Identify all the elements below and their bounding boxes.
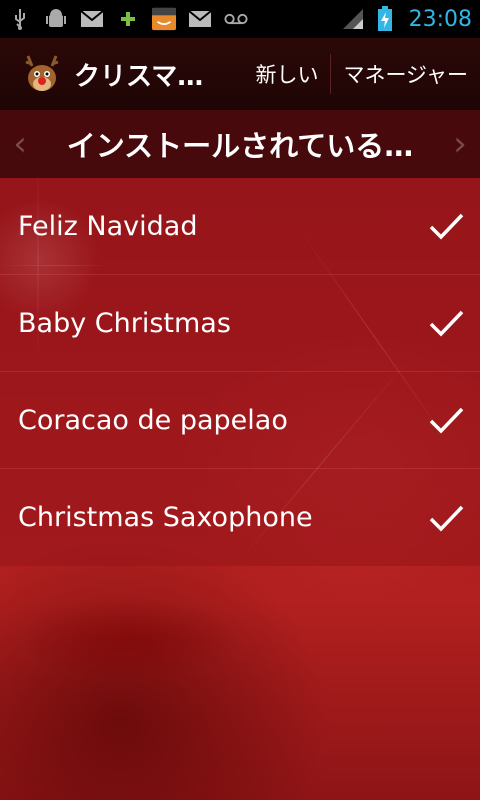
checkmark-icon[interactable] [426,400,466,440]
usb-icon [8,7,32,31]
list-item-label: Coracao de papelao [18,404,288,436]
list-item-label: Feliz Navidad [18,210,198,242]
chevron-left-icon[interactable]: ‹ [0,110,40,178]
list-item-label: Christmas Saxophone [18,502,313,533]
new-button[interactable]: 新しい [243,38,330,110]
list-item[interactable]: Baby Christmas [0,275,480,372]
checkmark-icon[interactable] [426,206,466,246]
reindeer-app-icon[interactable] [18,50,66,98]
list-item[interactable]: Christmas Saxophone [0,469,480,566]
app-title: クリスマ… [74,61,204,92]
gmail-icon [80,7,104,31]
list-item-label: Baby Christmas [18,307,231,339]
manager-button[interactable]: マネージャー [331,38,480,110]
status-bar: 23:08 [0,0,480,38]
list-item[interactable]: Coracao de papelao [0,372,480,469]
checkmark-icon[interactable] [426,498,466,538]
android-debug-icon [44,7,68,31]
battery-charging-icon [373,6,397,31]
pager-title: インストールされている… [66,129,414,163]
ringtone-list: Feliz Navidad Baby Christmas Coracao de … [0,178,480,566]
mail-icon [188,7,212,31]
clock: 23:08 [408,6,472,32]
tab-pager: ‹ インストールされている… › [0,110,480,178]
chevron-right-icon[interactable]: › [440,110,480,178]
action-bar: クリスマ… 新しい マネージャー [0,38,480,110]
checkmark-icon[interactable] [426,303,466,343]
amazon-apps-icon [152,7,176,31]
signal-icon [341,7,365,31]
plus-icon [116,7,140,31]
voicemail-icon [224,7,248,31]
list-item[interactable]: Feliz Navidad [0,178,480,275]
